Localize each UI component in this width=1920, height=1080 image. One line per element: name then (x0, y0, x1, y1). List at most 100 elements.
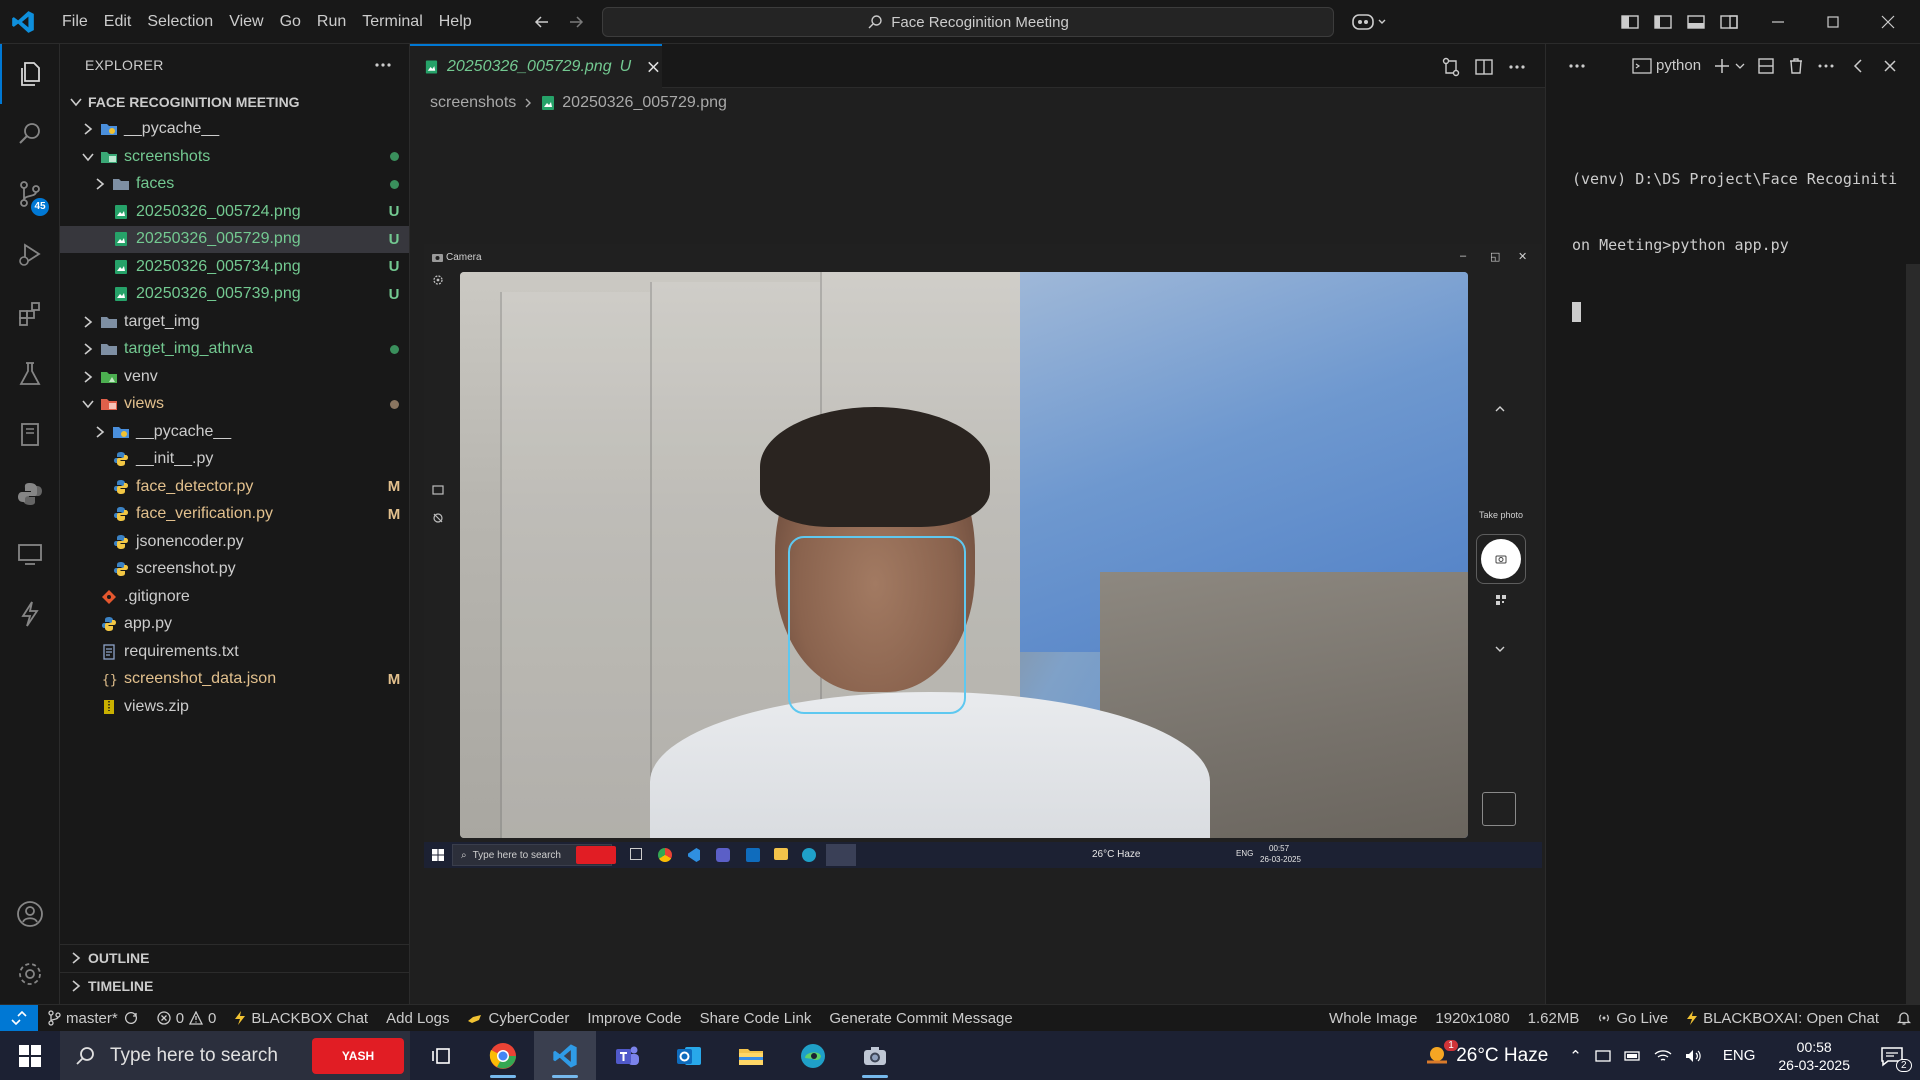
tree-item[interactable]: views.zip (60, 693, 409, 721)
terminal-output[interactable]: (venv) D:\DS Project\Face Recoginiti on … (1572, 124, 1902, 366)
remote-explorer-activity[interactable] (0, 524, 60, 584)
add-logs-item[interactable]: Add Logs (377, 1010, 458, 1027)
tree-item[interactable]: target_img (60, 308, 409, 336)
menu-help[interactable]: Help (431, 0, 480, 44)
source-control-activity[interactable]: 45 (0, 164, 60, 224)
accounts-activity[interactable] (0, 884, 60, 944)
tree-item[interactable]: screenshots (60, 143, 409, 171)
menu-run[interactable]: Run (309, 0, 354, 44)
chevron-up-icon[interactable]: ⌃ (1569, 1047, 1582, 1065)
tree-item[interactable]: venv (60, 363, 409, 391)
taskbar-file-explorer[interactable] (720, 1031, 782, 1080)
search-activity[interactable] (0, 104, 60, 164)
problems-item[interactable]: 0 0 (148, 1010, 226, 1027)
improve-code-item[interactable]: Improve Code (578, 1010, 690, 1027)
new-terminal-icon[interactable] (1712, 56, 1732, 76)
project-root[interactable]: FACE RECOGINITION MEETING (60, 88, 409, 116)
blackboxai-chat-item[interactable]: BLACKBOXAI: Open Chat (1677, 1010, 1888, 1027)
device-icon[interactable] (1594, 1048, 1612, 1064)
python-activity[interactable] (0, 464, 60, 524)
tree-item[interactable]: face_verification.py M (60, 501, 409, 529)
taskbar-search[interactable]: Type here to search YASH (60, 1031, 410, 1080)
yash-technologies-badge[interactable]: YASH (312, 1038, 404, 1074)
restore-icon[interactable] (1821, 10, 1845, 34)
volume-icon[interactable] (1684, 1048, 1702, 1064)
run-debug-activity[interactable] (0, 224, 60, 284)
tree-item[interactable]: __init__.py (60, 446, 409, 474)
remote-indicator[interactable] (0, 1004, 38, 1032)
tree-item[interactable]: faces (60, 171, 409, 199)
tree-item[interactable]: __pycache__ (60, 116, 409, 144)
terminal-name[interactable]: python (1656, 57, 1701, 74)
breadcrumb-folder[interactable]: screenshots (430, 94, 516, 112)
chevron-left-icon[interactable] (1848, 56, 1868, 76)
taskbar-outlook[interactable] (658, 1031, 720, 1080)
weather-widget[interactable]: 1 26°C Haze (1416, 1039, 1557, 1068)
menu-terminal[interactable]: Terminal (354, 0, 430, 44)
menu-view[interactable]: View (221, 0, 271, 44)
tree-item[interactable]: requirements.txt (60, 638, 409, 666)
branch-item[interactable]: master* (38, 1010, 148, 1027)
tree-item[interactable]: {} screenshot_data.json M (60, 666, 409, 694)
whole-image-item[interactable]: Whole Image (1320, 1010, 1426, 1027)
close-window-icon[interactable] (1876, 10, 1900, 34)
tree-item[interactable]: screenshot.py (60, 556, 409, 584)
close-panel-icon[interactable] (1880, 56, 1900, 76)
toggle-primary-sidebar-icon[interactable] (1651, 10, 1675, 34)
tree-item[interactable]: 20250326_005734.png U (60, 253, 409, 281)
notification-center[interactable]: 2 (1864, 1045, 1920, 1072)
taskbar-edge[interactable] (782, 1031, 844, 1080)
go-live-item[interactable]: Go Live (1588, 1010, 1677, 1027)
chevron-down-icon[interactable] (1734, 60, 1746, 72)
split-terminal-icon[interactable] (1756, 56, 1776, 76)
menu-file[interactable]: File (54, 0, 96, 44)
toggle-panel-icon[interactable] (1684, 10, 1708, 34)
manage-activity[interactable] (0, 944, 60, 1004)
tab-image-file[interactable]: 20250326_005729.png U (410, 44, 662, 88)
explorer-activity[interactable] (0, 44, 60, 104)
split-editor-icon[interactable] (1473, 56, 1495, 78)
tree-item[interactable]: face_detector.py M (60, 473, 409, 501)
minimize-icon[interactable] (1766, 10, 1790, 34)
trash-icon[interactable] (1786, 56, 1806, 76)
tree-item[interactable]: 20250326_005739.png U (60, 281, 409, 309)
battery-icon[interactable] (1624, 1049, 1642, 1063)
clock[interactable]: 00:58 26-03-2025 (1764, 1039, 1864, 1073)
outline-section[interactable]: OUTLINE (60, 944, 409, 971)
testing-activity[interactable] (0, 344, 60, 404)
close-tab-icon[interactable] (645, 58, 662, 76)
taskbar-camera[interactable] (844, 1031, 906, 1080)
terminal-scrollbar[interactable] (1906, 264, 1920, 1004)
tree-item[interactable]: __pycache__ (60, 418, 409, 446)
tree-item[interactable]: jsonencoder.py (60, 528, 409, 556)
blackbox-activity[interactable] (0, 584, 60, 644)
copilot-icon[interactable] (1350, 10, 1390, 34)
taskbar-chrome[interactable] (472, 1031, 534, 1080)
customize-layout-icon[interactable] (1618, 10, 1642, 34)
tree-item[interactable]: app.py (60, 611, 409, 639)
language-indicator[interactable]: ENG (1714, 1047, 1765, 1064)
tree-item[interactable]: 20250326_005724.png U (60, 198, 409, 226)
more-actions-icon[interactable] (372, 54, 394, 76)
start-button[interactable] (0, 1031, 60, 1080)
tree-item[interactable]: 20250326_005729.png U (60, 225, 409, 253)
notifications-item[interactable] (1888, 1010, 1920, 1026)
terminal-more-icon[interactable] (1816, 56, 1836, 76)
tree-item[interactable]: target_img_athrva (60, 336, 409, 364)
notebook-activity[interactable] (0, 404, 60, 464)
generate-commit-item[interactable]: Generate Commit Message (820, 1010, 1021, 1027)
open-changes-icon[interactable] (1440, 56, 1462, 78)
tree-item[interactable]: views (60, 391, 409, 419)
panel-more-icon[interactable] (1566, 55, 1588, 77)
back-arrow-icon[interactable] (532, 12, 552, 32)
toggle-secondary-sidebar-icon[interactable] (1717, 10, 1741, 34)
share-code-link-item[interactable]: Share Code Link (691, 1010, 821, 1027)
wifi-icon[interactable] (1654, 1048, 1672, 1064)
cybercoder-item[interactable]: CyberCoder (458, 1010, 578, 1027)
command-center[interactable]: Face Recoginition Meeting (602, 7, 1334, 37)
menu-go[interactable]: Go (272, 0, 309, 44)
menu-selection[interactable]: Selection (139, 0, 221, 44)
editor-more-icon[interactable] (1506, 56, 1528, 78)
task-view-button[interactable] (410, 1031, 472, 1080)
extensions-activity[interactable] (0, 284, 60, 344)
